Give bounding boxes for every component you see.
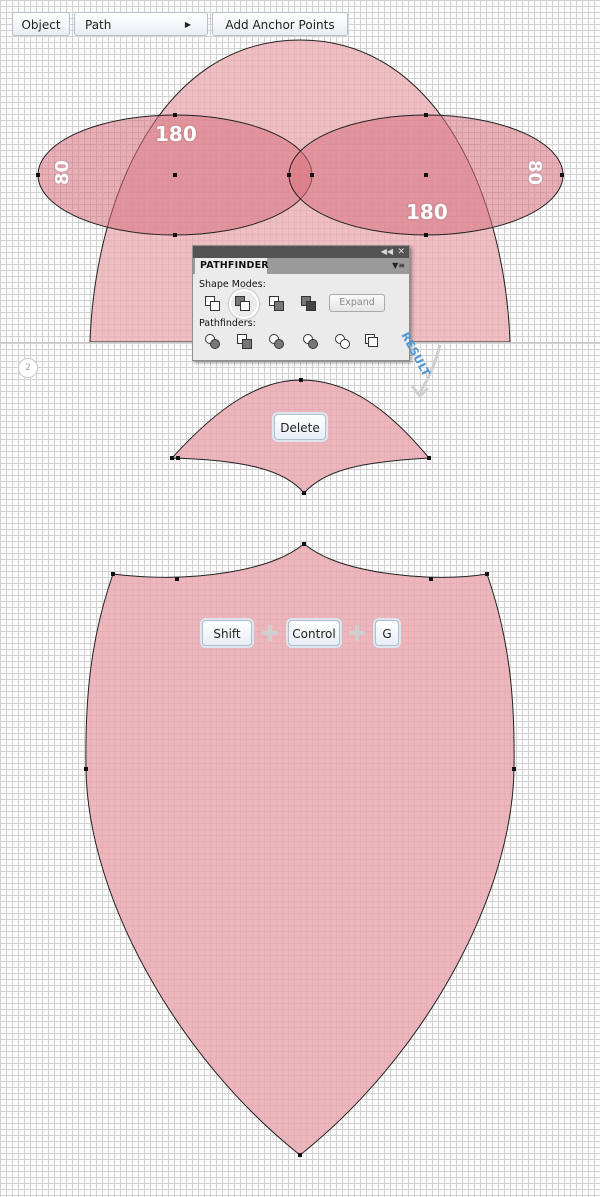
collapse-icon[interactable]: ◀◀ bbox=[381, 246, 393, 258]
menu-object-label: Object bbox=[21, 18, 61, 32]
exclude-icon[interactable] bbox=[301, 296, 316, 311]
artwork bbox=[36, 39, 564, 1157]
outline-icon[interactable] bbox=[335, 334, 350, 349]
g-key: G bbox=[375, 620, 399, 646]
minus-front-icon[interactable] bbox=[235, 296, 250, 311]
menu-path-label: Path bbox=[85, 18, 112, 32]
merge-icon[interactable] bbox=[269, 334, 284, 349]
dimension-height-right: 80 bbox=[524, 159, 546, 186]
tab-pathfinder[interactable]: PATHFINDER bbox=[195, 258, 269, 274]
shape-modes-label: Shape Modes: bbox=[199, 279, 266, 290]
panel-menu-icon[interactable]: ▼≡ bbox=[392, 261, 405, 270]
menu-add-anchor-label: Add Anchor Points bbox=[225, 18, 335, 32]
expand-button[interactable]: Expand bbox=[329, 294, 385, 312]
menu-object[interactable]: Object bbox=[12, 12, 70, 36]
dimension-width-right: 180 bbox=[406, 200, 448, 224]
plus-icon bbox=[262, 625, 278, 641]
dimension-width-left: 180 bbox=[155, 122, 197, 146]
menu-add-anchor-points[interactable]: Add Anchor Points bbox=[212, 12, 348, 36]
pathfinders-label: Pathfinders: bbox=[199, 318, 256, 329]
delete-key: Delete bbox=[274, 414, 326, 440]
trim-icon[interactable] bbox=[237, 334, 252, 349]
panel-titlebar[interactable]: ◀◀ ✕ bbox=[193, 246, 409, 258]
close-icon[interactable]: ✕ bbox=[397, 246, 405, 258]
minus-back-icon[interactable] bbox=[365, 334, 379, 348]
shift-key: Shift bbox=[202, 620, 252, 646]
submenu-arrow-icon: ▶ bbox=[184, 20, 191, 29]
crop-icon[interactable] bbox=[303, 334, 318, 349]
intersect-icon[interactable] bbox=[269, 296, 284, 311]
step-number-badge: 2 bbox=[18, 358, 38, 378]
control-key: Control bbox=[288, 620, 340, 646]
divide-icon[interactable] bbox=[205, 334, 220, 349]
unite-icon[interactable] bbox=[205, 296, 220, 311]
plus-icon bbox=[349, 625, 365, 641]
menu-path[interactable]: Path ▶ bbox=[74, 12, 208, 36]
pathfinder-panel: ◀◀ ✕ PATHFINDER ▼≡ Shape Modes: Expand P… bbox=[192, 245, 410, 361]
dimension-height-left: 80 bbox=[52, 159, 74, 186]
